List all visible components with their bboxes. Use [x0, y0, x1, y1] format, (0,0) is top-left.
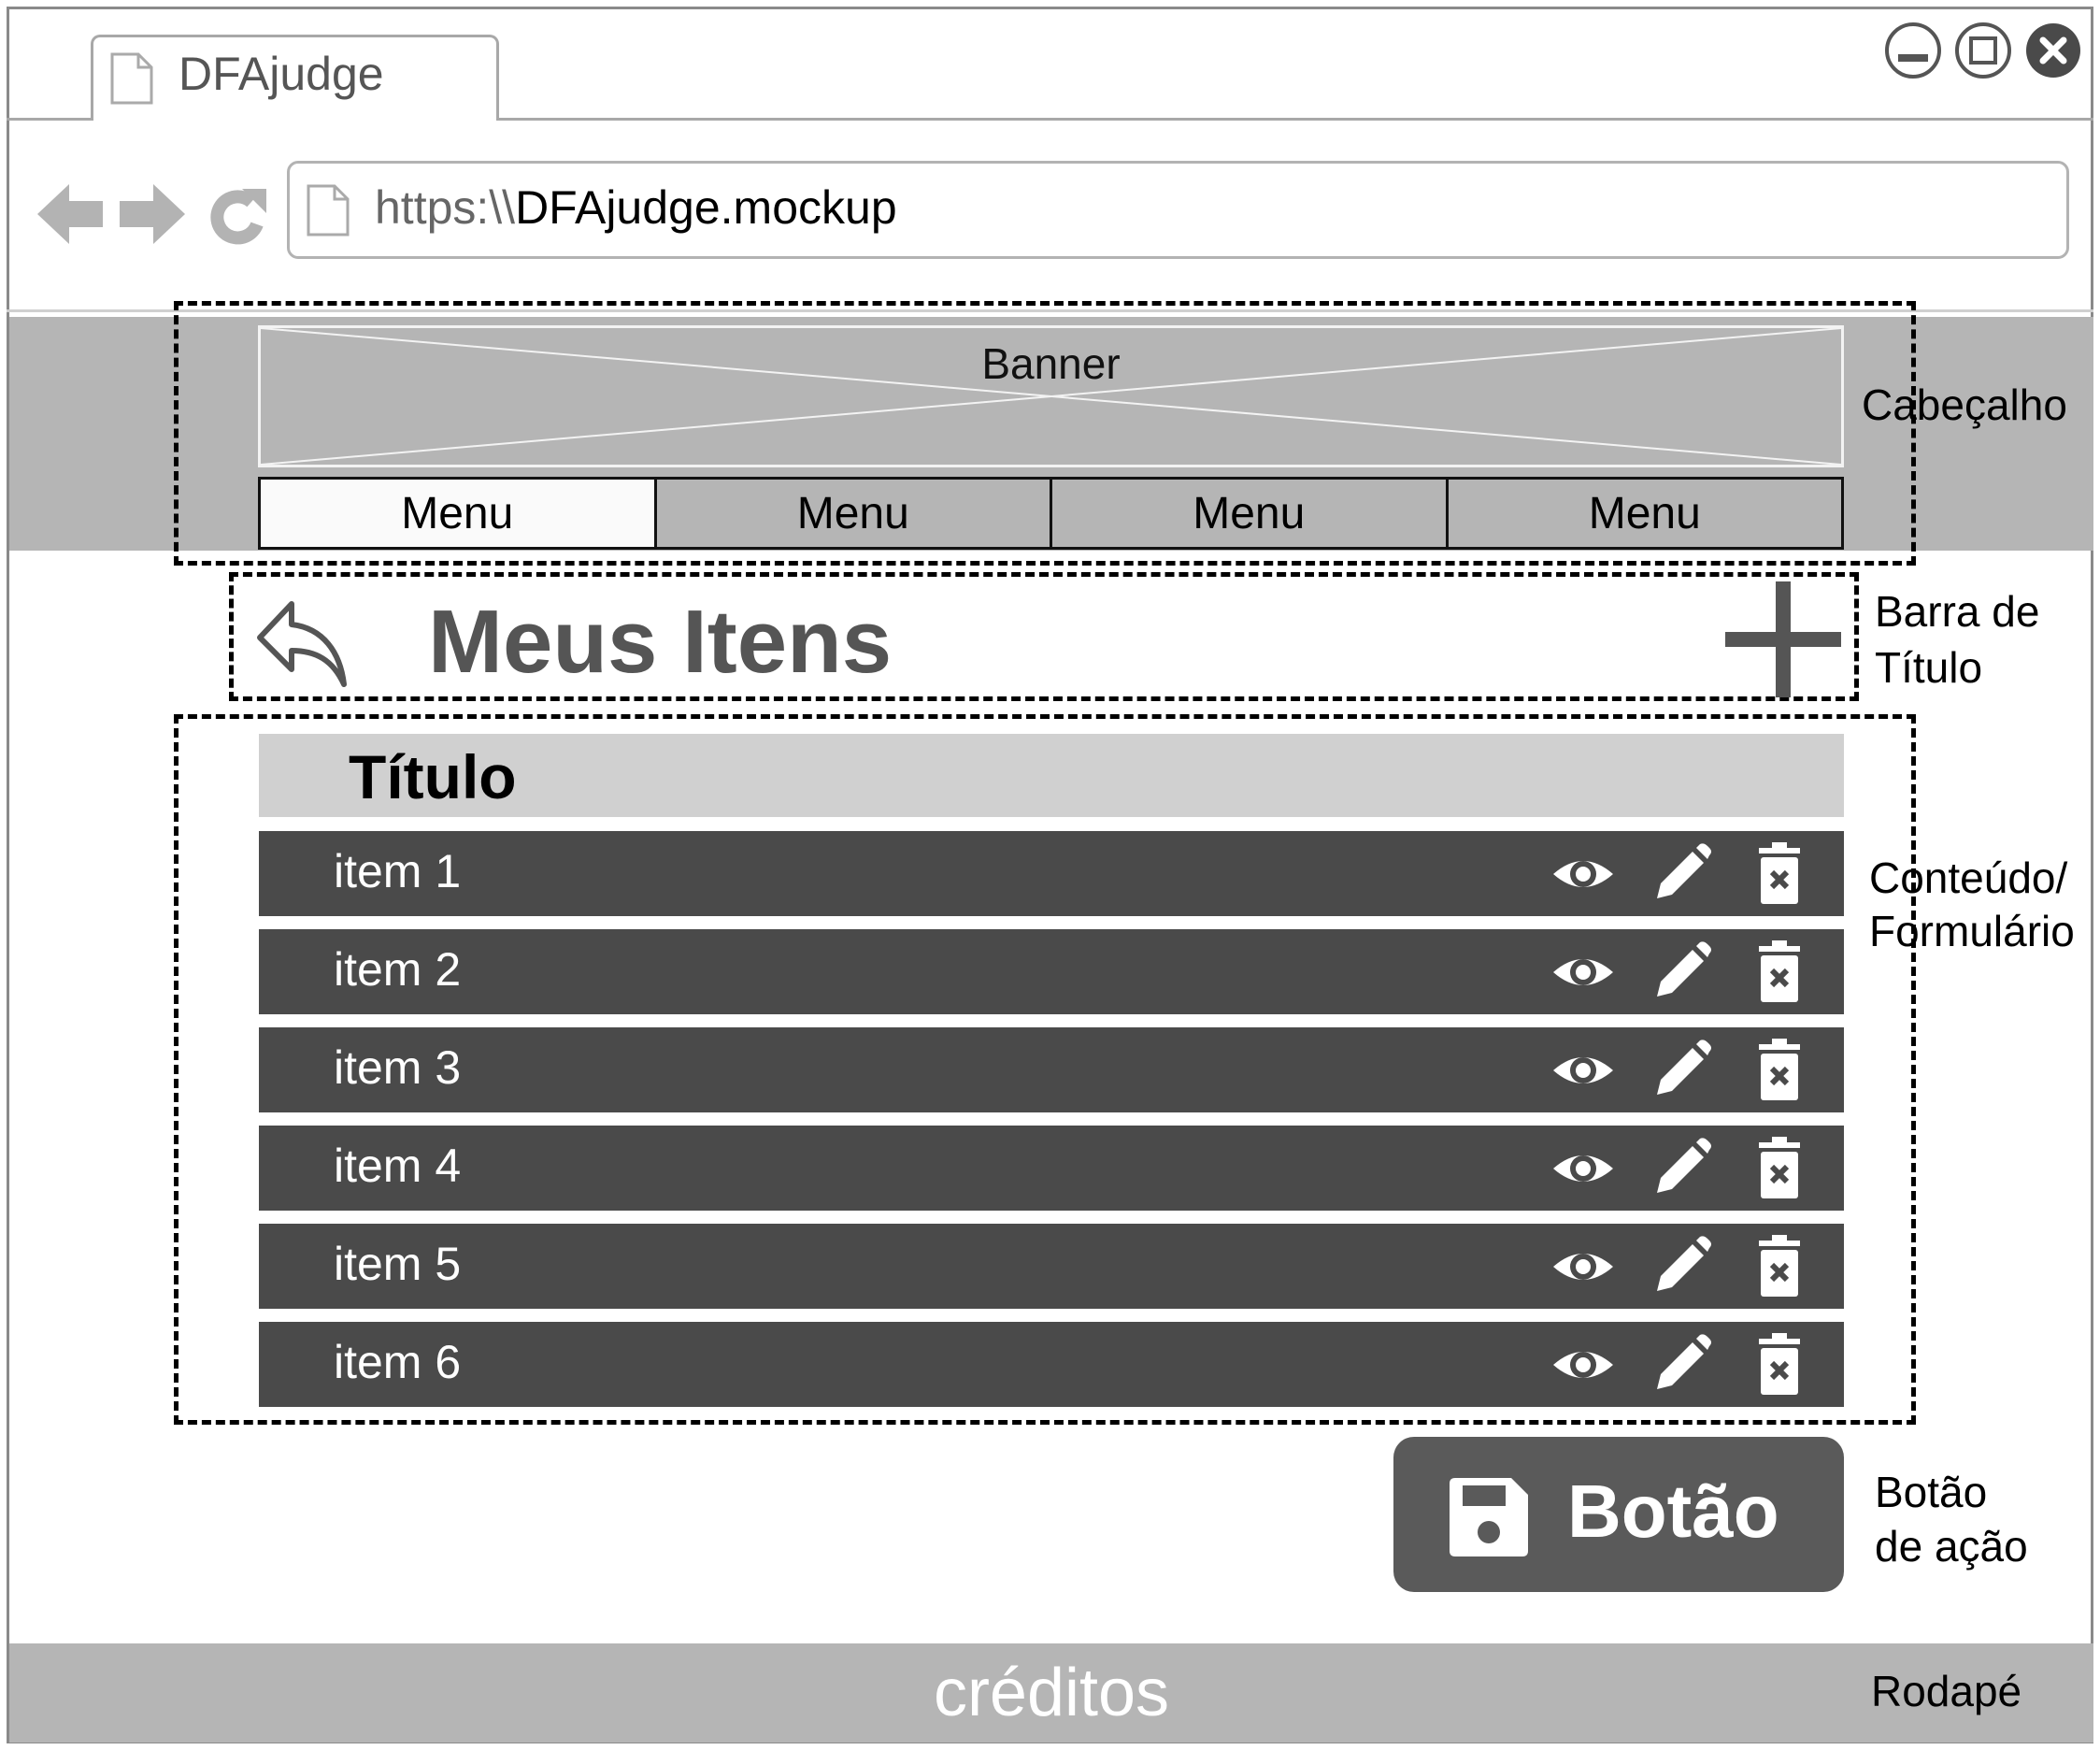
pencil-icon[interactable]	[1650, 1333, 1713, 1397]
list-item[interactable]: item 6	[259, 1322, 1844, 1407]
pencil-icon[interactable]	[1650, 940, 1713, 1004]
list-item-label: item 1	[334, 845, 462, 897]
list-item-label: item 2	[334, 943, 462, 996]
back-reply-icon[interactable]	[254, 598, 351, 690]
save-button-label: Botão	[1567, 1470, 1779, 1553]
pencil-icon[interactable]	[1650, 842, 1713, 906]
list-item-label: item 6	[334, 1336, 462, 1388]
content-annotation-line1: Conteúdo/	[1869, 853, 2068, 902]
list-item[interactable]: item 2	[259, 929, 1844, 1014]
url-text: https:\\DFAjudge.mockup	[375, 180, 897, 235]
eye-icon[interactable]	[1551, 842, 1615, 906]
title-bar-annotation-line2: Título	[1875, 643, 1983, 692]
reload-icon[interactable]	[205, 183, 270, 249]
trash-icon[interactable]	[1748, 1137, 1811, 1200]
list-item-label: item 3	[334, 1041, 462, 1094]
list-title: Título	[349, 742, 517, 811]
eye-icon[interactable]	[1551, 1235, 1615, 1298]
eye-icon[interactable]	[1551, 940, 1615, 1004]
footer-credits: créditos	[933, 1656, 1170, 1730]
save-button[interactable]: Botão	[1393, 1437, 1844, 1592]
tab-title: DFAjudge	[179, 48, 384, 100]
add-plus-icon[interactable]	[1725, 581, 1841, 697]
floppy-disk-icon	[1450, 1478, 1528, 1556]
url-scheme: https:\\	[375, 181, 516, 234]
trash-icon[interactable]	[1748, 1333, 1811, 1397]
eye-icon[interactable]	[1551, 1137, 1615, 1200]
back-arrow-icon[interactable]	[36, 180, 105, 248]
trash-icon[interactable]	[1748, 842, 1811, 906]
header-annotation: Cabeçalho	[1862, 380, 2067, 429]
eye-icon[interactable]	[1551, 1039, 1615, 1102]
page-icon	[307, 184, 350, 237]
minimize-icon[interactable]	[1884, 22, 1942, 79]
content-annotation-line2: Formulário	[1869, 907, 2075, 955]
list-item[interactable]: item 5	[259, 1224, 1844, 1309]
list-item-label: item 4	[334, 1140, 462, 1192]
pencil-icon[interactable]	[1650, 1039, 1713, 1102]
forward-arrow-icon[interactable]	[118, 180, 187, 248]
list-item[interactable]: item 1	[259, 831, 1844, 916]
pencil-icon[interactable]	[1650, 1137, 1713, 1200]
pencil-icon[interactable]	[1650, 1235, 1713, 1298]
trash-icon[interactable]	[1748, 1039, 1811, 1102]
action-annotation-line2: de ação	[1875, 1522, 2028, 1571]
page-icon	[110, 52, 153, 105]
footer: créditos	[9, 1643, 2093, 1743]
page-title: Meus Itens	[428, 592, 893, 692]
list-item[interactable]: item 3	[259, 1027, 1844, 1112]
header-region-outline	[174, 301, 1916, 566]
eye-icon[interactable]	[1551, 1333, 1615, 1397]
trash-icon[interactable]	[1748, 940, 1811, 1004]
list-item-label: item 5	[334, 1238, 462, 1290]
close-icon[interactable]	[2024, 22, 2082, 79]
action-annotation-line1: Botão	[1875, 1468, 1988, 1516]
list-item[interactable]: item 4	[259, 1126, 1844, 1211]
url-host: DFAjudge.mockup	[515, 181, 897, 234]
title-bar-annotation-line1: Barra de	[1875, 587, 2040, 636]
maximize-icon[interactable]	[1954, 22, 2012, 79]
trash-icon[interactable]	[1748, 1235, 1811, 1298]
footer-annotation: Rodapé	[1871, 1667, 2022, 1715]
